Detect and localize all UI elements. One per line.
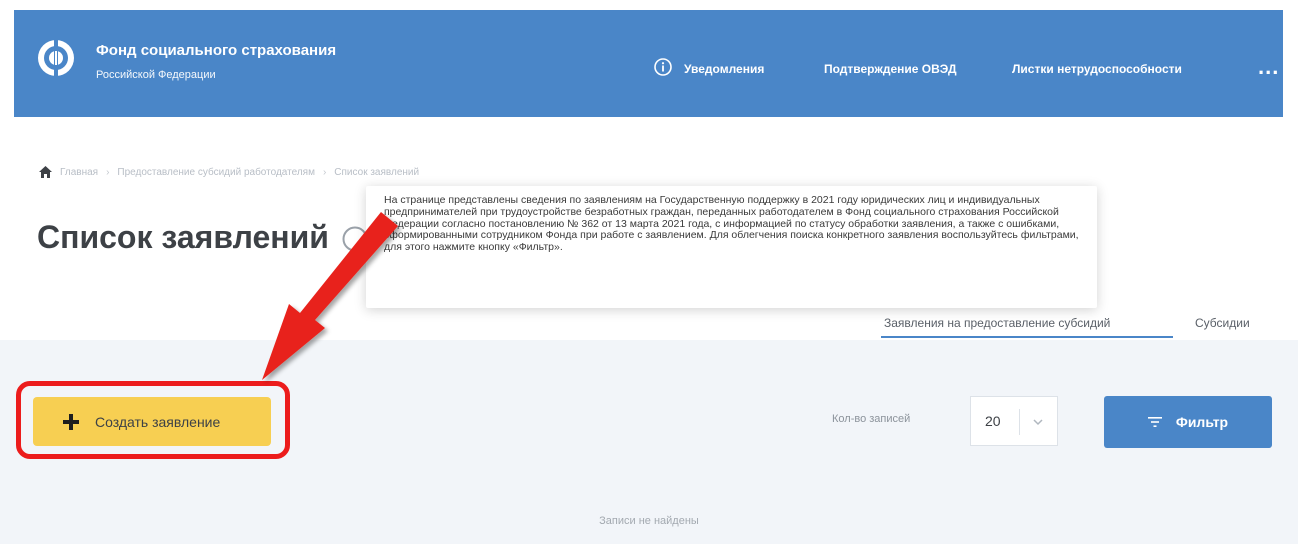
- info-icon[interactable]: [654, 58, 672, 76]
- org-title: Фонд социального страхования: [96, 42, 337, 59]
- annotation-highlight-box: [16, 381, 290, 459]
- fss-logo-icon[interactable]: [36, 38, 76, 78]
- help-icon[interactable]: [342, 226, 368, 252]
- records-count-label: Кол-во записей: [832, 413, 911, 425]
- breadcrumb-section[interactable]: Предоставление субсидий работодателям: [117, 167, 315, 178]
- breadcrumb: Главная › Предоставление субсидий работо…: [39, 166, 419, 178]
- tab-applications[interactable]: Заявления на предоставление субсидий: [884, 316, 1110, 330]
- filter-label: Фильтр: [1175, 414, 1229, 430]
- chevron-down-icon: [1033, 419, 1043, 426]
- breadcrumb-current: Список заявлений: [334, 166, 420, 178]
- tab-subsidies[interactable]: Субсидии: [1195, 316, 1250, 330]
- nav-oved-confirmation[interactable]: Подтверждение ОВЭД: [824, 62, 957, 76]
- filter-icon: [1147, 417, 1162, 427]
- records-count-value: 20: [985, 413, 1001, 429]
- top-header: Фонд социального страхования Российской …: [14, 10, 1283, 117]
- breadcrumb-separator: ›: [106, 166, 110, 178]
- breadcrumb-home[interactable]: Главная: [60, 167, 98, 178]
- info-tooltip: На странице представлены сведения по зая…: [366, 186, 1097, 308]
- nav-notifications[interactable]: Уведомления: [684, 62, 764, 76]
- empty-state-message: Записи не найдены: [599, 515, 699, 527]
- tab-active-indicator: [881, 336, 1173, 338]
- nav-sick-leave[interactable]: Листки нетрудоспособности: [1012, 62, 1182, 76]
- filter-button[interactable]: Фильтр: [1104, 396, 1272, 448]
- records-count-select[interactable]: 20: [970, 396, 1058, 446]
- select-divider: [1019, 409, 1020, 435]
- page-title: Список заявлений: [37, 219, 329, 255]
- more-menu-icon[interactable]: ...: [1258, 54, 1279, 80]
- home-icon[interactable]: [39, 166, 52, 178]
- breadcrumb-separator: ›: [322, 166, 327, 178]
- tooltip-text: На странице представлены сведения по зая…: [384, 194, 1079, 254]
- org-subtitle: Российской Федерации: [96, 69, 216, 81]
